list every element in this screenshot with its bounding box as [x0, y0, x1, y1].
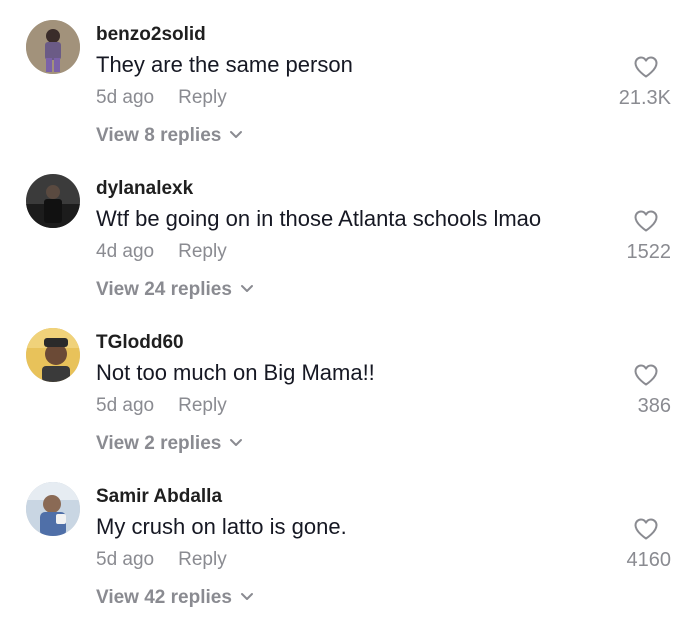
reply-button[interactable]: Reply [178, 395, 227, 416]
chevron-down-icon [230, 131, 243, 139]
comment-time: 5d ago [96, 395, 155, 416]
comment-meta: 5d ago Reply [96, 395, 227, 417]
like-count: 386 [637, 395, 671, 417]
comment-time: 4d ago [96, 241, 155, 262]
like-count: 21.3K [618, 87, 671, 109]
comment-list: benzo2solid They are the same person 5d … [0, 0, 691, 616]
chevron-down-icon [230, 439, 243, 447]
like-count: 4160 [626, 549, 672, 571]
comment-item: benzo2solid They are the same person 5d … [0, 0, 691, 154]
comment-text: Not too much on Big Mama!! [96, 360, 375, 385]
avatar[interactable] [26, 328, 80, 382]
avatar[interactable] [26, 20, 80, 74]
comment-meta: 4d ago Reply [96, 241, 227, 263]
reply-button[interactable]: Reply [178, 87, 227, 108]
heart-icon[interactable] [633, 363, 659, 387]
chevron-down-icon [240, 593, 253, 601]
comment-time: 5d ago [96, 549, 155, 570]
avatar[interactable] [26, 174, 80, 228]
view-replies-label: View 2 replies [96, 433, 222, 454]
view-replies-button[interactable]: View 24 replies [96, 279, 254, 301]
comment-username[interactable]: TGlodd60 [96, 332, 184, 354]
like-count: 1522 [626, 241, 672, 263]
view-replies-button[interactable]: View 2 replies [96, 433, 243, 455]
view-replies-label: View 8 replies [96, 125, 222, 146]
heart-icon[interactable] [633, 517, 659, 541]
comment-text: My crush on latto is gone. [96, 514, 347, 539]
comment-meta: 5d ago Reply [96, 87, 227, 109]
comment-username[interactable]: Samir Abdalla [96, 486, 222, 508]
reply-button[interactable]: Reply [178, 549, 227, 570]
view-replies-button[interactable]: View 8 replies [96, 125, 243, 147]
heart-icon[interactable] [633, 55, 659, 79]
comment-time: 5d ago [96, 87, 155, 108]
chevron-down-icon [240, 285, 253, 293]
comment-username[interactable]: benzo2solid [96, 24, 206, 46]
comment-text: Wtf be going on in those Atlanta schools… [96, 206, 542, 231]
view-replies-button[interactable]: View 42 replies [96, 587, 254, 609]
comment-item: TGlodd60 Not too much on Big Mama!! 5d a… [0, 308, 691, 462]
avatar[interactable] [26, 482, 80, 536]
reply-button[interactable]: Reply [178, 241, 227, 262]
heart-icon[interactable] [633, 209, 659, 233]
comment-item: dylanalexk Wtf be going on in those Atla… [0, 154, 691, 308]
comment-text: They are the same person [96, 52, 353, 77]
view-replies-label: View 42 replies [96, 587, 232, 608]
comment-item: Samir Abdalla My crush on latto is gone.… [0, 462, 691, 616]
comment-username[interactable]: dylanalexk [96, 178, 193, 200]
comment-meta: 5d ago Reply [96, 549, 227, 571]
view-replies-label: View 24 replies [96, 279, 232, 300]
